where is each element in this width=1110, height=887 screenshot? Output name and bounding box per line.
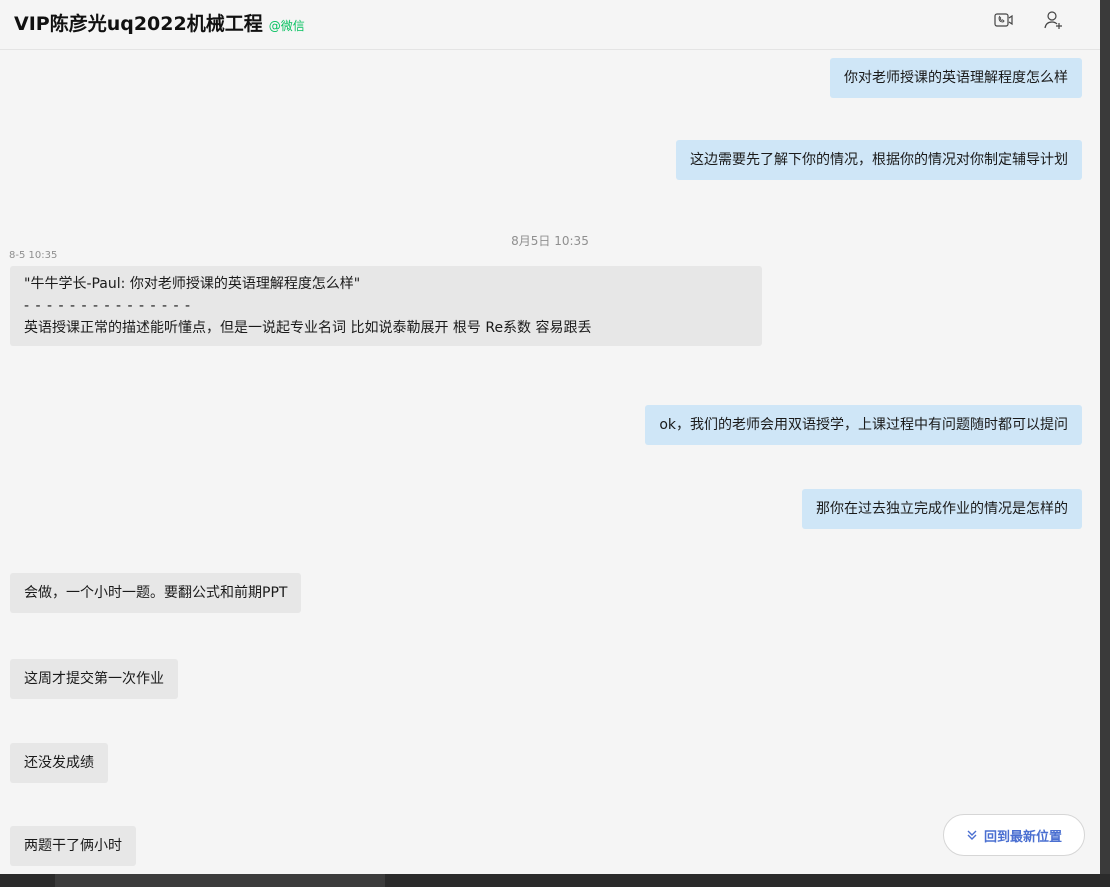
message-bubble-incoming[interactable]: 会做，一个小时一题。要翻公式和前期PPT bbox=[10, 573, 302, 613]
chat-title: VIP陈彦光uq2022机械工程 @微信 bbox=[14, 9, 305, 36]
message-timestamp: 8-5 10:35 bbox=[9, 250, 58, 261]
message-text: 这周才提交第一次作业 bbox=[24, 671, 164, 687]
system-timestamp: 8月5日 10:35 bbox=[511, 234, 589, 248]
message-bubble-outgoing[interactable]: 这边需要先了解下你的情况，根据你的情况对你制定辅导计划 bbox=[676, 140, 1082, 180]
contact-name: VIP陈彦光uq2022机械工程 bbox=[14, 13, 263, 35]
add-member-button[interactable] bbox=[1040, 8, 1068, 36]
video-call-icon bbox=[994, 12, 1014, 32]
quoted-message: "牛牛学长-Paul: 你对老师授课的英语理解程度怎么样" bbox=[24, 276, 361, 292]
video-call-button[interactable] bbox=[990, 8, 1018, 36]
message-text: 你对老师授课的英语理解程度怎么样 bbox=[844, 70, 1068, 86]
jump-to-latest-button[interactable]: 回到最新位置 bbox=[943, 814, 1085, 856]
quote-divider: - - - - - - - - - - - - - - - bbox=[24, 298, 192, 314]
message-bubble-incoming[interactable]: 两题干了俩小时 bbox=[10, 826, 136, 866]
message-text: ok，我们的老师会用双语授学，上课过程中有问题随时都可以提问 bbox=[659, 417, 1068, 433]
message-text: 那你在过去独立完成作业的情况是怎样的 bbox=[816, 501, 1068, 517]
message-text: 还没发成绩 bbox=[24, 755, 94, 771]
message-bubble-outgoing[interactable]: 那你在过去独立完成作业的情况是怎样的 bbox=[802, 489, 1082, 529]
window-edge bbox=[1100, 0, 1110, 887]
message-bubble-outgoing[interactable]: 你对老师授课的英语理解程度怎么样 bbox=[830, 58, 1082, 98]
message-bubble-outgoing[interactable]: ok，我们的老师会用双语授学，上课过程中有问题随时都可以提问 bbox=[645, 405, 1082, 445]
add-member-icon bbox=[1043, 10, 1065, 34]
wechat-tag: @微信 bbox=[268, 19, 305, 33]
background-window-fragment bbox=[55, 874, 385, 887]
message-text: 这边需要先了解下你的情况，根据你的情况对你制定辅导计划 bbox=[690, 152, 1068, 168]
double-chevron-down-icon bbox=[966, 829, 978, 841]
message-bubble-incoming-quoted[interactable]: "牛牛学长-Paul: 你对老师授课的英语理解程度怎么样" - - - - - … bbox=[10, 266, 762, 346]
jump-to-latest-label: 回到最新位置 bbox=[983, 829, 1062, 845]
chat-header: VIP陈彦光uq2022机械工程 @微信 bbox=[0, 0, 1100, 50]
message-text: 两题干了俩小时 bbox=[24, 838, 122, 854]
message-bubble-incoming[interactable]: 还没发成绩 bbox=[10, 743, 108, 783]
message-bubble-incoming[interactable]: 这周才提交第一次作业 bbox=[10, 659, 178, 699]
message-text: 英语授课正常的描述能听懂点，但是一说起专业名词 比如说泰勒展开 根号 Re系数 … bbox=[24, 320, 592, 336]
chat-window: VIP陈彦光uq2022机械工程 @微信 你对老师授课的英语理解程度怎么样 这边… bbox=[0, 0, 1100, 874]
message-text: 会做，一个小时一题。要翻公式和前期PPT bbox=[24, 585, 288, 601]
